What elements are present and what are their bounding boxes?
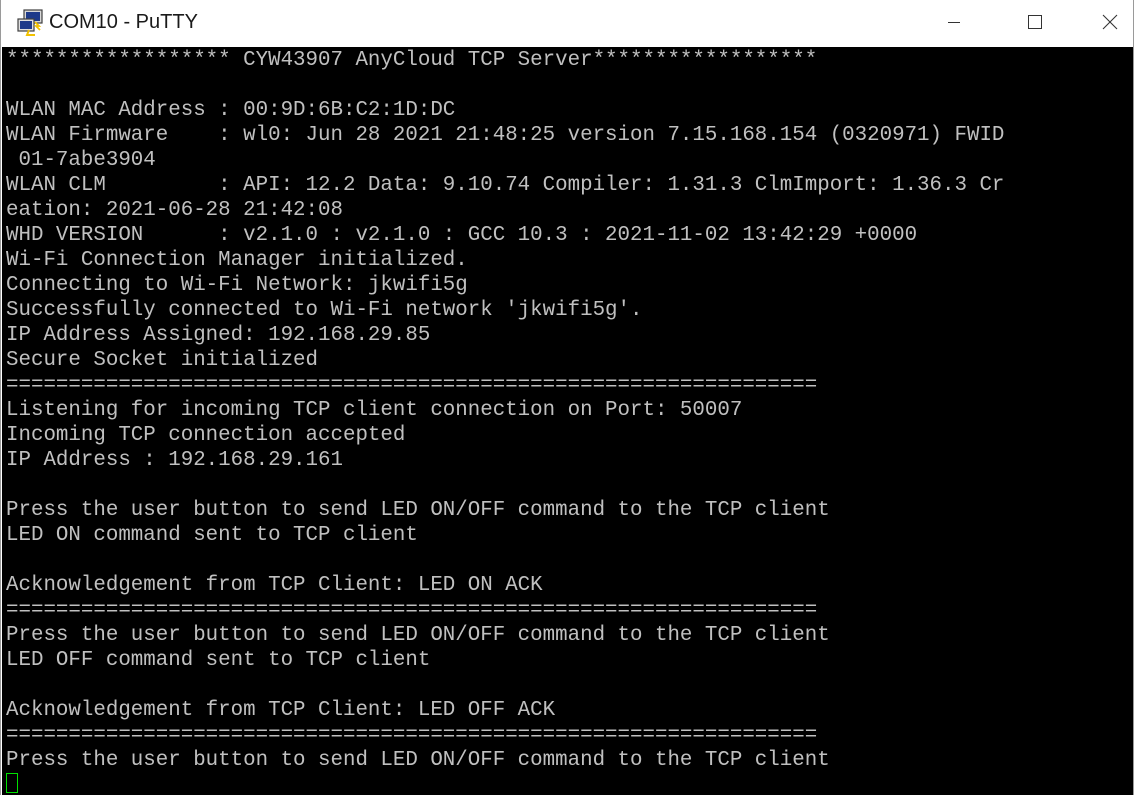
terminal-line: LED ON command sent to TCP client — [6, 524, 418, 547]
minimize-icon — [948, 22, 960, 23]
terminal-line: ========================================… — [6, 724, 818, 747]
terminal-line: WLAN MAC Address : 00:9D:6B:C2:1D:DC — [6, 99, 456, 122]
terminal-line: Acknowledgement from TCP Client: LED ON … — [6, 574, 543, 597]
terminal-line: Secure Socket initialized — [6, 349, 319, 372]
terminal-line: IP Address Assigned: 192.168.29.85 — [6, 324, 431, 347]
title-bar[interactable]: COM10 - PuTTY — [1, 0, 1133, 47]
terminal-line: ========================================… — [6, 599, 818, 622]
terminal-line: Incoming TCP connection accepted — [6, 424, 406, 447]
terminal-line: Wi-Fi Connection Manager initialized. — [6, 249, 468, 272]
putty-window: COM10 - PuTTY ****************** CYW4390… — [0, 0, 1134, 795]
window-title: COM10 - PuTTY — [49, 11, 198, 33]
terminal-line: LED OFF command sent to TCP client — [6, 649, 431, 672]
maximize-button[interactable] — [1006, 0, 1064, 44]
terminal-line: Connecting to Wi-Fi Network: jkwifi5g — [6, 274, 468, 297]
terminal-line: Press the user button to send LED ON/OFF… — [6, 749, 830, 772]
terminal-line: IP Address : 192.168.29.161 — [6, 449, 343, 472]
terminal-line: Acknowledgement from TCP Client: LED OFF… — [6, 699, 556, 722]
putty-computer-icon[interactable] — [15, 8, 45, 36]
terminal-line: eation: 2021-06-28 21:42:08 — [6, 199, 343, 222]
terminal-line: WHD VERSION : v2.1.0 : v2.1.0 : GCC 10.3… — [6, 224, 918, 247]
terminal-line: 01-7abe3904 — [6, 149, 156, 172]
terminal-line: Press the user button to send LED ON/OFF… — [6, 499, 830, 522]
terminal-line: WLAN Firmware : wl0: Jun 28 2021 21:48:2… — [6, 124, 1005, 147]
terminal-cursor — [6, 773, 18, 793]
terminal-line: Listening for incoming TCP client connec… — [6, 399, 743, 422]
terminal-line: ========================================… — [6, 374, 818, 397]
maximize-icon — [1028, 15, 1042, 29]
terminal-output[interactable]: ****************** CYW43907 AnyCloud TCP… — [2, 47, 1133, 795]
terminal-line: WLAN CLM : API: 12.2 Data: 9.10.74 Compi… — [6, 174, 1005, 197]
terminal-line: ****************** CYW43907 AnyCloud TCP… — [6, 49, 818, 72]
terminal-line: Press the user button to send LED ON/OFF… — [6, 624, 830, 647]
terminal-line: Successfully connected to Wi-Fi network … — [6, 299, 643, 322]
close-button[interactable] — [1085, 0, 1133, 44]
close-icon — [1102, 14, 1118, 30]
minimize-button[interactable] — [925, 0, 983, 44]
